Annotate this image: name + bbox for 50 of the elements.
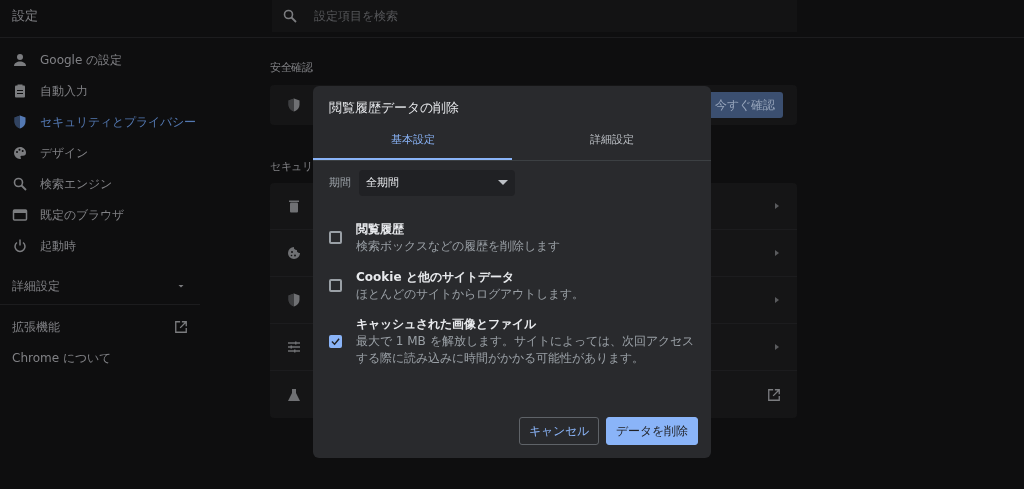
sliders-icon (286, 339, 302, 355)
sidebar-item[interactable]: デザイン (0, 137, 200, 168)
time-range-dropdown[interactable]: 全期間 (359, 170, 515, 197)
checkbox[interactable] (329, 231, 342, 245)
section-heading: 安全確認 (270, 60, 312, 76)
search-icon (12, 175, 28, 192)
option-description: 検索ボックスなどの履歴を削除します (356, 238, 560, 256)
dialog-title: 閲覧履歴データの削除 (328, 99, 460, 117)
section-heading: セキュリ (270, 158, 312, 175)
sidebar-item[interactable]: セキュリティとプライバシー (0, 106, 200, 137)
sidebar-link[interactable]: 拡張機能 (12, 317, 60, 336)
sidebar-item[interactable]: Google の設定 (0, 44, 200, 75)
sidebar-item[interactable]: 自動入力 (0, 75, 200, 106)
field-label: 期間 (329, 175, 351, 191)
checkbox[interactable] (329, 334, 342, 348)
external-link-icon (767, 387, 781, 402)
delete-data-button[interactable]: データを削除 (606, 417, 698, 445)
power-icon (12, 237, 28, 254)
flask-icon (286, 386, 302, 403)
trash-icon (286, 198, 302, 214)
sidebar-item[interactable]: 起動時 (0, 230, 200, 261)
shield-icon (286, 292, 302, 308)
page-title: 設定 (11, 7, 39, 25)
cancel-button[interactable]: キャンセル (519, 417, 599, 445)
option-description: 最大で 1 MB を解放します。サイトによっては、次回アクセスする際に読み込みに時間がかかる可能性があります。 (356, 333, 695, 368)
sidebar-item[interactable]: 検索エンジン (0, 168, 200, 199)
search-icon (282, 8, 298, 24)
chevron-right-icon (773, 201, 781, 211)
shield-check-icon (286, 96, 302, 113)
tab[interactable]: 詳細設定 (512, 123, 711, 161)
option-title: キャッシュされた画像とファイル (356, 316, 537, 334)
option-title: 閲覧履歴 (356, 221, 405, 239)
chevron-right-icon (773, 295, 781, 305)
clipboard-icon (12, 82, 28, 99)
chevron-right-icon (773, 342, 781, 352)
external-link-icon (174, 319, 188, 334)
tab[interactable]: 基本設定 (313, 123, 512, 161)
shield-icon (12, 113, 28, 130)
palette-icon (12, 144, 28, 161)
option-description: ほとんどのサイトからログアウトします。 (356, 285, 584, 303)
sidebar-section-toggle[interactable]: 詳細設定 (12, 277, 60, 295)
chevron-right-icon (773, 248, 781, 258)
checkbox[interactable] (329, 278, 342, 292)
person-icon (12, 51, 28, 68)
browser-window-icon (12, 206, 28, 223)
sidebar-item[interactable]: 既定のブラウザ (0, 199, 200, 230)
cookie-icon (286, 245, 302, 261)
sidebar-link[interactable]: Chrome について (12, 348, 111, 367)
caret-icon (498, 180, 508, 187)
option-title: Cookie と他のサイトデータ (356, 268, 515, 286)
